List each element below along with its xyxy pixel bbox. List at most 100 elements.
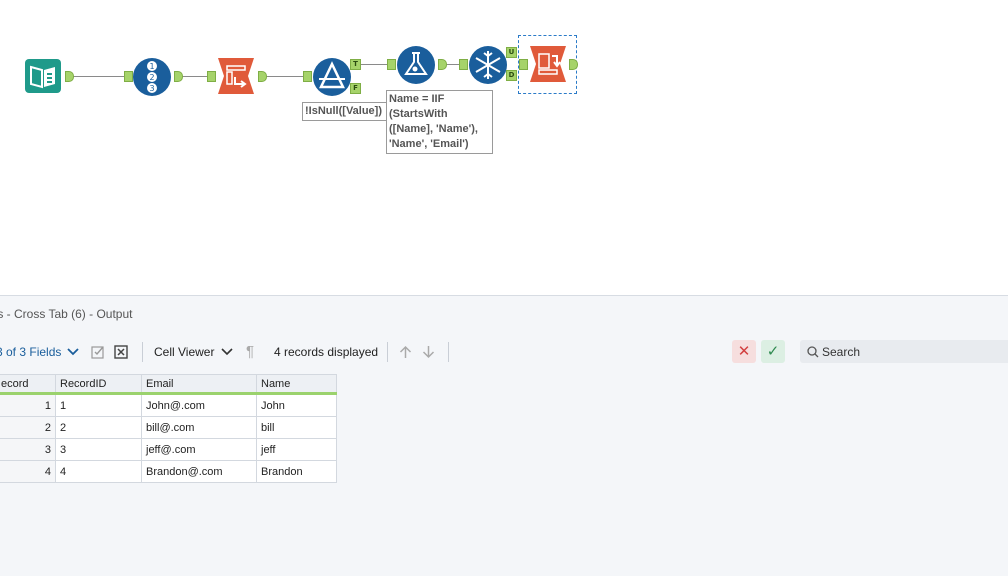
input-data-tool[interactable] (24, 58, 62, 94)
cell-email[interactable]: bill@.com (141, 416, 257, 439)
results-grid-area: ecord RecordID Email Name 1 1 John@.com … (0, 372, 1008, 576)
fields-label: 3 of 3 Fields (0, 344, 62, 359)
table-row[interactable]: 4 4 Brandon@.com Brandon (0, 460, 337, 483)
toolbar-divider (142, 342, 143, 362)
duplicate-anchor[interactable]: D (506, 70, 517, 81)
svg-text:2: 2 (149, 73, 154, 82)
cell-recordid[interactable]: 1 (55, 393, 142, 417)
records-count: 4 records displayed (274, 331, 378, 372)
record-number: 4 (0, 460, 56, 483)
output-anchor[interactable] (258, 71, 267, 82)
connection (180, 76, 208, 77)
cancel-button[interactable]: ✕ (732, 340, 756, 363)
formula-tool[interactable] (396, 45, 436, 85)
cell-name[interactable]: Brandon (256, 460, 337, 483)
table-row[interactable]: 1 1 John@.com John (0, 393, 337, 417)
confirm-button[interactable]: ✓ (761, 340, 785, 363)
arrow-down-icon (422, 345, 435, 358)
workflow-canvas[interactable]: 1 2 3 T F !IsNull([Value]) Name = IIF (S… (0, 0, 1008, 295)
input-anchor[interactable] (519, 59, 528, 70)
record-number: 1 (0, 393, 56, 417)
formula-line: (StartsWith (389, 108, 448, 120)
toolbar-divider (448, 342, 449, 362)
book-icon (25, 59, 61, 93)
column-header-record[interactable]: ecord (0, 374, 56, 395)
filter-annotation[interactable]: !IsNull([Value]) (302, 102, 388, 121)
cell-viewer-dropdown[interactable]: Cell Viewer (154, 331, 234, 372)
output-anchor[interactable] (174, 71, 183, 82)
transpose-tool[interactable] (216, 57, 256, 95)
check-icon: ✓ (766, 343, 780, 360)
snowflake-icon (469, 46, 507, 84)
table-row[interactable]: 3 3 jeff@.com jeff (0, 438, 337, 461)
svg-text:3: 3 (149, 84, 154, 93)
results-toolbar: 3 of 3 Fields Cell Viewer ¶ 4 records di… (0, 331, 1008, 372)
formula-flask-icon (397, 46, 435, 84)
search-input[interactable] (822, 340, 1002, 363)
connection (72, 76, 124, 77)
cell-recordid[interactable]: 4 (55, 460, 142, 483)
chevron-down-icon (221, 347, 234, 355)
input-anchor[interactable] (459, 59, 468, 70)
input-anchor[interactable] (207, 71, 216, 82)
cell-name[interactable]: John (256, 393, 337, 417)
results-table: ecord RecordID Email Name 1 1 John@.com … (0, 374, 337, 483)
input-anchor[interactable] (387, 59, 396, 70)
table-row[interactable]: 2 2 bill@.com bill (0, 416, 337, 439)
cell-email[interactable]: John@.com (141, 393, 257, 417)
column-header-name[interactable]: Name (256, 374, 337, 395)
records-label: 4 records displayed (274, 344, 379, 359)
arrow-up-icon (399, 345, 412, 358)
formula-line: ([Name], 'Name'), (389, 123, 478, 135)
record-number: 2 (0, 416, 56, 439)
chevron-down-icon (67, 347, 80, 355)
toolbar-divider (387, 342, 388, 362)
select-fields-button[interactable] (91, 331, 105, 372)
filter-icon (313, 58, 351, 96)
deselect-fields-button[interactable] (114, 331, 128, 372)
false-anchor[interactable]: F (350, 83, 361, 94)
scroll-up-button[interactable] (399, 331, 412, 372)
formula-annotation[interactable]: Name = IIF (StartsWith ([Name], 'Name'),… (386, 90, 493, 154)
unique-tool[interactable] (468, 45, 508, 85)
search-icon (807, 346, 819, 358)
column-header-email[interactable]: Email (141, 374, 257, 395)
output-anchor[interactable] (438, 59, 447, 70)
output-anchor[interactable] (65, 71, 74, 82)
cell-name[interactable]: bill (256, 416, 337, 439)
cell-email[interactable]: Brandon@.com (141, 460, 257, 483)
results-header: ts - Cross Tab (6) - Output (0, 295, 1008, 332)
formula-line: Name = IIF (389, 93, 445, 105)
cell-name[interactable]: jeff (256, 438, 337, 461)
input-anchor[interactable] (303, 71, 312, 82)
record-id-icon: 1 2 3 (133, 58, 171, 96)
close-icon: ✕ (737, 343, 751, 360)
cross-tab-icon (530, 46, 566, 82)
filter-tool[interactable] (312, 57, 352, 97)
record-id-tool[interactable]: 1 2 3 (132, 57, 172, 97)
output-anchor[interactable] (569, 59, 578, 70)
cell-email[interactable]: jeff@.com (141, 438, 257, 461)
table-header-row: ecord RecordID Email Name (0, 374, 337, 395)
results-title: ts - Cross Tab (6) - Output (0, 307, 133, 321)
pilcrow-icon: ¶ (246, 343, 255, 360)
record-number: 3 (0, 438, 56, 461)
box-x-icon (114, 344, 128, 359)
checkbox-edit-icon (91, 345, 104, 359)
pilcrow-button[interactable]: ¶ (246, 331, 254, 372)
unique-anchor[interactable]: U (506, 47, 517, 58)
cell-viewer-label: Cell Viewer (154, 344, 215, 359)
fields-dropdown[interactable]: 3 of 3 Fields (0, 331, 80, 372)
cell-recordid[interactable]: 2 (55, 416, 142, 439)
connection (264, 76, 304, 77)
svg-text:1: 1 (149, 62, 154, 71)
connection (360, 64, 388, 65)
formula-line: 'Name', 'Email') (389, 138, 469, 150)
transpose-icon (218, 58, 254, 94)
search-box[interactable] (800, 340, 1008, 363)
true-anchor[interactable]: T (350, 59, 361, 70)
cross-tab-tool[interactable] (518, 35, 578, 94)
column-header-recordid[interactable]: RecordID (55, 374, 142, 395)
cell-recordid[interactable]: 3 (55, 438, 142, 461)
scroll-down-button[interactable] (422, 331, 435, 372)
